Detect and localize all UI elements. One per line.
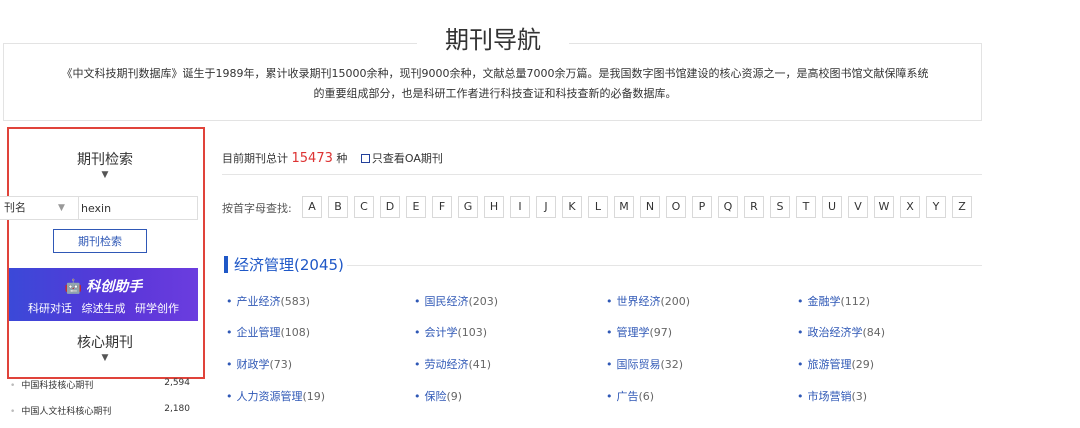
letter-button-e[interactable]: E — [406, 196, 426, 218]
bullet-icon: • — [226, 326, 233, 339]
letter-button-i[interactable]: I — [510, 196, 530, 218]
bullet-icon: • — [414, 295, 421, 308]
triangle-down-icon: ▼ — [101, 353, 109, 363]
chevron-down-icon[interactable]: ▼ — [58, 196, 65, 220]
banner-title: 🤖 科创助手 — [64, 279, 143, 295]
letter-button-p[interactable]: P — [692, 196, 712, 218]
letter-button-x[interactable]: X — [900, 196, 920, 218]
subcategory-link[interactable]: • 财政学(73) — [226, 356, 292, 372]
letter-button-f[interactable]: F — [432, 196, 452, 218]
bullet-icon: • — [797, 390, 804, 403]
bullet-icon: • — [606, 326, 613, 339]
bullet-icon: • — [226, 390, 233, 403]
bullet-icon: • — [10, 381, 16, 391]
core-list-item[interactable]: • 中国科技核心期刊 2,594 — [10, 378, 190, 391]
oa-label[interactable]: 只查看OA期刊 — [372, 152, 443, 165]
subcategory-link[interactable]: • 金融学(112) — [797, 293, 870, 309]
letter-button-n[interactable]: N — [640, 196, 660, 218]
triangle-down-icon: ▼ — [101, 170, 109, 180]
core-list-item[interactable]: • 中国人文社科核心期刊 2,180 — [10, 404, 190, 417]
search-section-title: 期刊检索 — [77, 152, 133, 168]
bullet-icon: • — [414, 358, 421, 371]
bullet-icon: • — [414, 390, 421, 403]
letter-button-s[interactable]: S — [770, 196, 790, 218]
bullet-icon: • — [606, 295, 613, 308]
intro-text: 《中文科技期刊数据库》诞生于1989年，累计收录期刊15000余种，现刊9000… — [40, 64, 950, 104]
letter-button-a[interactable]: A — [302, 196, 322, 218]
bullet-icon: • — [797, 358, 804, 371]
subcategory-link[interactable]: • 广告(6) — [606, 388, 654, 404]
bullet-icon: • — [606, 390, 613, 403]
letter-button-h[interactable]: H — [484, 196, 504, 218]
letter-button-z[interactable]: Z — [952, 196, 972, 218]
category-accent-bar — [224, 256, 228, 273]
subcategory-link[interactable]: • 政治经济学(84) — [797, 324, 885, 340]
intro-line-1: 《中文科技期刊数据库》诞生于1989年，累计收录期刊15000余种，现刊9000… — [61, 67, 929, 80]
bullet-icon: • — [797, 326, 804, 339]
search-field-select[interactable]: 刊名 — [0, 196, 26, 220]
letter-button-l[interactable]: L — [588, 196, 608, 218]
divider — [222, 174, 982, 175]
letter-button-k[interactable]: K — [562, 196, 582, 218]
bullet-icon: • — [797, 295, 804, 308]
letter-button-o[interactable]: O — [666, 196, 686, 218]
subcategory-link[interactable]: • 市场营销(3) — [797, 388, 867, 404]
bullet-icon: • — [226, 358, 233, 371]
category-title[interactable]: 经济管理(2045) — [234, 254, 344, 275]
letter-button-c[interactable]: C — [354, 196, 374, 218]
letter-button-g[interactable]: G — [458, 196, 478, 218]
bullet-icon: • — [414, 326, 421, 339]
letter-button-m[interactable]: M — [614, 196, 634, 218]
letter-button-q[interactable]: Q — [718, 196, 738, 218]
banner-link-research-chat[interactable]: 科研对话 — [28, 302, 72, 315]
subcategory-link[interactable]: • 国民经济(203) — [414, 293, 498, 309]
total-count: 15473 — [291, 151, 333, 166]
robot-icon: 🤖 — [64, 279, 83, 295]
letters-label: 按首字母查找: — [222, 202, 292, 215]
page-title: 期刊导航 — [0, 20, 986, 55]
subcategory-link[interactable]: • 劳动经济(41) — [414, 356, 491, 372]
subcategory-link[interactable]: • 人力资源管理(19) — [226, 388, 325, 404]
letter-button-w[interactable]: W — [874, 196, 894, 218]
letter-button-r[interactable]: R — [744, 196, 764, 218]
bullet-icon: • — [10, 407, 16, 417]
core-section-title: 核心期刊 — [77, 335, 133, 351]
banner-links: 科研对话 综述生成 研学创作 — [9, 300, 198, 316]
kechuang-assistant-banner[interactable]: 🤖 科创助手 科研对话 综述生成 研学创作 — [9, 268, 198, 321]
letter-button-y[interactable]: Y — [926, 196, 946, 218]
subcategory-link[interactable]: • 产业经济(583) — [226, 293, 310, 309]
subcategory-link[interactable]: • 会计学(103) — [414, 324, 487, 340]
bullet-icon: • — [606, 358, 613, 371]
subcategory-link[interactable]: • 企业管理(108) — [226, 324, 310, 340]
letter-button-d[interactable]: D — [380, 196, 400, 218]
letter-button-u[interactable]: U — [822, 196, 842, 218]
banner-link-review-generate[interactable]: 综述生成 — [82, 302, 126, 315]
search-input[interactable] — [78, 197, 196, 219]
subcategory-link[interactable]: • 旅游管理(29) — [797, 356, 874, 372]
letter-button-t[interactable]: T — [796, 196, 816, 218]
letter-button-j[interactable]: J — [536, 196, 556, 218]
subcategory-link[interactable]: • 世界经济(200) — [606, 293, 690, 309]
subcategory-link[interactable]: • 保险(9) — [414, 388, 462, 404]
letter-button-b[interactable]: B — [328, 196, 348, 218]
journal-total: 目前期刊总计 15473 种 只查看OA期刊 — [222, 151, 443, 166]
letter-button-v[interactable]: V — [848, 196, 868, 218]
journal-search-button[interactable]: 期刊检索 — [53, 229, 147, 253]
subcategory-link[interactable]: • 国际贸易(32) — [606, 356, 683, 372]
divider — [347, 265, 982, 266]
intro-line-2: 的重要组成部分，也是科研工作者进行科技查证和科技查新的必备数据库。 — [313, 87, 677, 100]
banner-link-study-create[interactable]: 研学创作 — [135, 302, 179, 315]
oa-checkbox[interactable] — [360, 154, 370, 163]
subcategory-link[interactable]: • 管理学(97) — [606, 324, 672, 340]
bullet-icon: • — [226, 295, 233, 308]
